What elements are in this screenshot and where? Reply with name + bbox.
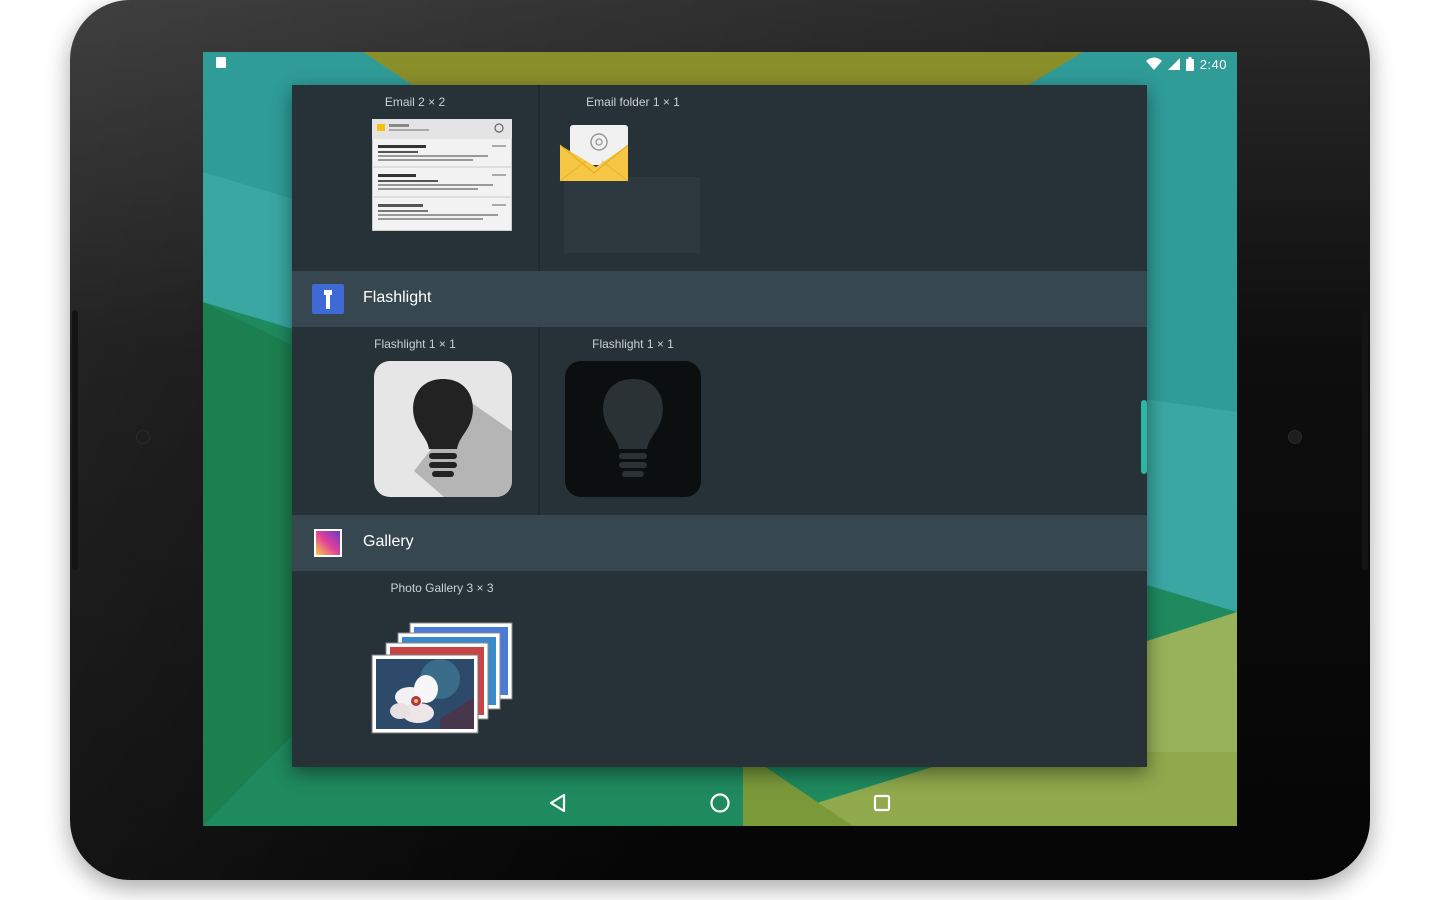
widget-label: Flashlight 1 × 1	[374, 337, 456, 351]
widget-label: Photo Gallery 3 × 3	[390, 581, 494, 595]
battery-icon	[1185, 57, 1194, 71]
widget-photo-gallery-3x3[interactable]: Photo Gallery 3 × 3	[292, 571, 592, 767]
widget-label: Flashlight 1 × 1	[592, 337, 674, 351]
widget-picker: Email 2 × 2 Email folder 1 × 1 Flashligh…	[292, 85, 1147, 767]
home-icon[interactable]	[705, 788, 735, 818]
side-button-left	[72, 310, 78, 570]
cell-signal-icon	[1167, 58, 1180, 70]
clock: 2:40	[1199, 56, 1227, 72]
right-sensor	[1288, 430, 1302, 444]
gallery-app-icon	[314, 529, 342, 557]
widget-flashlight-light[interactable]: Flashlight 1 × 1	[292, 327, 538, 515]
tablet-screen: 2:40 Email 2 × 2 Email folder 1 × 1 Flas…	[203, 52, 1237, 826]
status-bar: 2:40	[203, 52, 1237, 76]
email-list-widget-preview	[372, 119, 512, 231]
notification-icon	[216, 57, 226, 68]
left-sensor	[136, 430, 150, 444]
flashlight-app-icon	[312, 284, 344, 314]
lightbulb-dark-widget-preview	[565, 361, 701, 497]
photo-stack-widget-preview	[371, 622, 513, 734]
section-header-label: Flashlight	[363, 289, 432, 306]
widget-flashlight-dark[interactable]: Flashlight 1 × 1	[540, 327, 730, 515]
status-icons: 2:40	[1145, 55, 1227, 73]
wifi-icon	[1145, 57, 1162, 70]
widget-label: Email 2 × 2	[384, 95, 446, 109]
side-button-right	[1362, 310, 1368, 570]
widget-label: Email folder 1 × 1	[586, 95, 680, 109]
back-icon[interactable]	[543, 788, 573, 818]
email-widgets-row: Email 2 × 2 Email folder 1 × 1	[292, 85, 1147, 271]
gallery-widgets-row: Photo Gallery 3 × 3	[292, 571, 1147, 767]
widget-email-2x2[interactable]: Email 2 × 2	[292, 85, 538, 271]
email-folder-widget-preview	[559, 125, 700, 253]
section-header-gallery: Gallery	[292, 515, 1147, 571]
section-header-label: Gallery	[363, 533, 414, 550]
recents-icon[interactable]	[867, 788, 897, 818]
flashlight-widgets-row: Flashlight 1 × 1 Flashlight 1 × 1	[292, 327, 1147, 515]
lightbulb-light-widget-preview	[374, 361, 512, 497]
edge-drag-handle[interactable]	[1141, 400, 1147, 474]
section-header-flashlight: Flashlight	[292, 271, 1147, 327]
widget-email-folder-1x1[interactable]: Email folder 1 × 1	[540, 85, 730, 271]
navigation-bar	[203, 778, 1237, 826]
